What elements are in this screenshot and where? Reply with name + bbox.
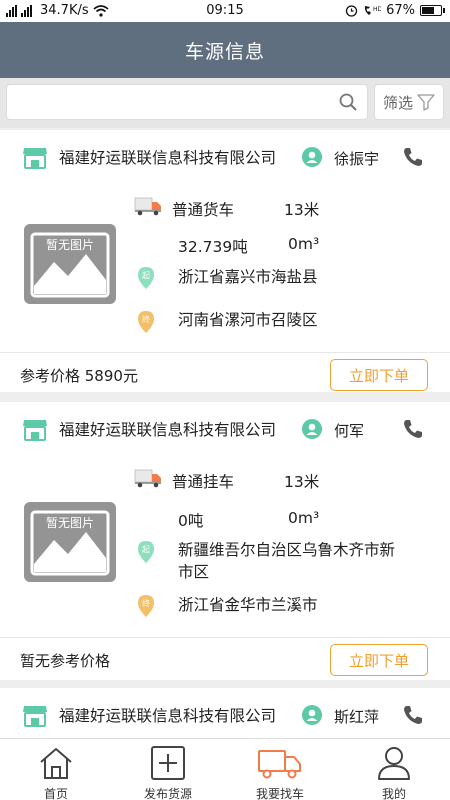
alarm-icon [345, 5, 358, 17]
app-header: 车源信息 [0, 22, 450, 78]
plus-square-icon [151, 746, 185, 780]
phone-icon[interactable] [402, 704, 424, 726]
card-header: 福建好运联联信息科技有限公司 何军 [0, 402, 450, 452]
store-icon [23, 148, 47, 169]
origin-tag: 起 [142, 545, 150, 554]
destination-pin-icon: 终 [138, 595, 154, 617]
hd-call-icon: HD [364, 6, 381, 15]
vehicle-weight: 0吨 [178, 512, 204, 530]
vehicle-image-placeholder: 暂无图片 [24, 502, 116, 582]
order-now-button[interactable]: 立即下单 [330, 359, 428, 391]
origin-tag: 起 [142, 271, 150, 280]
company-name: 福建好运联联信息科技有限公司 [59, 707, 277, 725]
vehicle-type: 普通货车 [172, 201, 235, 219]
no-image-label: 暂无图片 [45, 238, 94, 252]
origin-pin-icon: 起 [138, 541, 154, 563]
filter-label: 筛选 [382, 93, 413, 112]
truck-icon [134, 197, 161, 216]
nav-profile[interactable]: 我的 [338, 739, 450, 800]
origin-address: 浙江省嘉兴市海盐县 [178, 268, 318, 286]
vehicle-card[interactable]: 福建好运联联信息科技有限公司 斯红萍 [0, 688, 450, 738]
person-icon [378, 747, 410, 780]
phone-icon[interactable] [402, 146, 424, 168]
status-right: HD 67% [345, 3, 445, 18]
nav-publish-label: 发布货源 [143, 787, 192, 800]
no-image-label: 暂无图片 [45, 516, 94, 530]
vehicle-image-placeholder: 暂无图片 [24, 224, 116, 304]
search-bar: 筛选 [0, 78, 450, 128]
nav-home[interactable]: 首页 [0, 739, 112, 800]
nav-profile-label: 我的 [381, 787, 406, 800]
vehicle-length: 13米 [284, 201, 320, 219]
user-icon [302, 147, 322, 167]
nav-find-vehicle-label: 我要找车 [255, 787, 304, 800]
card-footer: 暂无参考价格 立即下单 [0, 637, 450, 677]
bottom-navigation: 首页 发布货源 我要找车 我的 [0, 738, 450, 800]
vehicle-volume: 0m³ [288, 235, 320, 253]
store-icon [23, 420, 47, 441]
search-icon[interactable] [338, 92, 358, 112]
page-title: 车源信息 [184, 41, 265, 63]
svg-text:HD: HD [373, 6, 381, 13]
nav-find-vehicle[interactable]: 我要找车 [224, 739, 336, 800]
company-name: 福建好运联联信息科技有限公司 [59, 149, 277, 167]
search-input[interactable] [6, 84, 368, 120]
card-footer: 参考价格 5890元 立即下单 [0, 352, 450, 392]
vehicle-card[interactable]: 福建好运联联信息科技有限公司 徐振宇 暂无图片 普通货车 13米 32.739吨… [0, 130, 450, 392]
funnel-icon [417, 94, 435, 111]
destination-address: 浙江省金华市兰溪市 [178, 596, 318, 614]
battery-icon [420, 5, 445, 16]
vehicle-card[interactable]: 福建好运联联信息科技有限公司 何军 暂无图片 普通挂车 13米 0吨 0m³ 起… [0, 402, 450, 680]
user-icon [302, 419, 322, 439]
vehicle-volume: 0m³ [288, 509, 320, 527]
status-bar: 34.7K/s 09:15 HD 67% [0, 0, 450, 22]
contact-name: 斯红萍 [334, 708, 380, 726]
destination-pin-icon: 终 [138, 311, 154, 333]
destination-tag: 终 [142, 598, 150, 608]
card-header: 福建好运联联信息科技有限公司 斯红萍 [0, 688, 450, 738]
card-header: 福建好运联联信息科技有限公司 徐振宇 [0, 130, 450, 180]
filter-button[interactable]: 筛选 [374, 84, 444, 120]
reference-price: 暂无参考价格 [20, 652, 111, 670]
phone-icon[interactable] [402, 418, 424, 440]
origin-address: 新疆维吾尔自治区乌鲁木齐市新市区 [178, 541, 396, 581]
vehicle-length: 13米 [284, 473, 320, 491]
order-now-button[interactable]: 立即下单 [330, 644, 428, 676]
nav-home-label: 首页 [43, 787, 68, 800]
nav-publish-cargo[interactable]: 发布货源 [112, 739, 224, 800]
destination-tag: 终 [142, 314, 150, 324]
store-icon [23, 706, 47, 727]
truck-nav-icon [258, 750, 301, 779]
company-name: 福建好运联联信息科技有限公司 [59, 421, 277, 439]
battery-percent: 67% [386, 3, 415, 18]
vehicle-type: 普通挂车 [172, 473, 235, 491]
user-icon [302, 705, 322, 725]
destination-address: 河南省漯河市召陵区 [178, 311, 318, 329]
reference-price: 参考价格 5890元 [20, 367, 138, 385]
contact-name: 何军 [334, 422, 365, 440]
origin-pin-icon: 起 [138, 267, 154, 289]
truck-icon [134, 469, 161, 488]
home-icon [40, 748, 72, 779]
vehicle-weight: 32.739吨 [178, 238, 248, 256]
contact-name: 徐振宇 [334, 150, 380, 168]
